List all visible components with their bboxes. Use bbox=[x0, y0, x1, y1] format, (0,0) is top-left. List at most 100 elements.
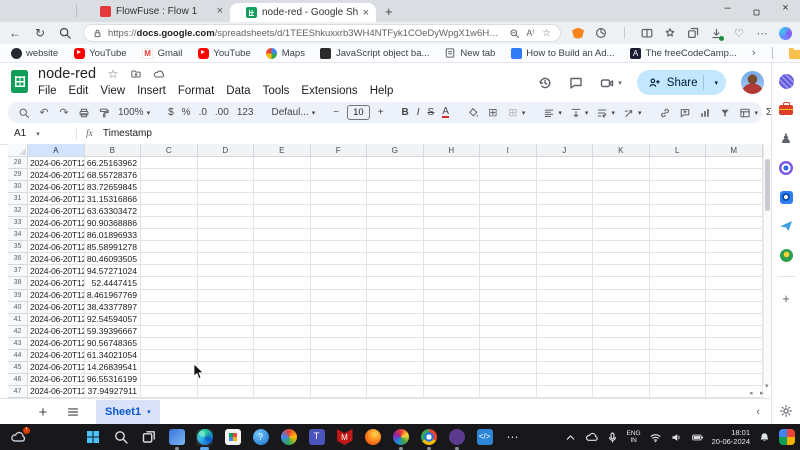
cell-C38[interactable] bbox=[141, 277, 198, 289]
name-box[interactable]: A1 ▾ bbox=[0, 128, 76, 139]
cell-C40[interactable] bbox=[141, 302, 198, 314]
cell-D46[interactable] bbox=[198, 374, 255, 386]
cell-M29[interactable] bbox=[706, 169, 763, 181]
row-header-35[interactable]: 35 bbox=[8, 241, 28, 253]
column-header-D[interactable]: D bbox=[198, 144, 255, 157]
column-header-C[interactable]: C bbox=[141, 144, 198, 157]
cell-H39[interactable] bbox=[424, 290, 481, 302]
cell-I38[interactable] bbox=[480, 277, 537, 289]
cell-B41[interactable]: 92.54594057 bbox=[85, 314, 142, 326]
cell-J39[interactable] bbox=[537, 290, 594, 302]
row-header-47[interactable]: 47 bbox=[8, 386, 28, 398]
metamask-icon[interactable] bbox=[571, 26, 585, 40]
cell-G28[interactable] bbox=[367, 157, 424, 169]
lock-icon[interactable] bbox=[92, 28, 103, 39]
share-button[interactable]: Share ▾ bbox=[637, 70, 726, 95]
menu-file[interactable]: File bbox=[32, 85, 63, 97]
cell-I34[interactable] bbox=[480, 229, 537, 241]
cell-C37[interactable] bbox=[141, 265, 198, 277]
row-header-46[interactable]: 46 bbox=[8, 374, 28, 386]
cell-L47[interactable] bbox=[650, 386, 707, 398]
cell-B28[interactable]: 66.25163962 bbox=[85, 157, 142, 169]
column-header-B[interactable]: B bbox=[85, 144, 142, 157]
cell-B33[interactable]: 90.90368886 bbox=[85, 217, 142, 229]
avatar[interactable] bbox=[741, 71, 764, 94]
cell-L40[interactable] bbox=[650, 302, 707, 314]
cell-C39[interactable] bbox=[141, 290, 198, 302]
onedrive-icon[interactable] bbox=[585, 431, 598, 444]
cell-L44[interactable] bbox=[650, 350, 707, 362]
cell-L33[interactable] bbox=[650, 217, 707, 229]
cell-E39[interactable] bbox=[254, 290, 311, 302]
widgets-icon[interactable] bbox=[779, 429, 795, 445]
cell-B32[interactable]: 63.63303472 bbox=[85, 205, 142, 217]
row-header-32[interactable]: 32 bbox=[8, 205, 28, 217]
insert-link-icon[interactable] bbox=[659, 107, 671, 119]
cell-H29[interactable] bbox=[424, 169, 481, 181]
column-header-L[interactable]: L bbox=[650, 144, 707, 157]
copilot-icon[interactable] bbox=[778, 26, 792, 40]
text-wrap-icon[interactable]: ▾ bbox=[596, 107, 615, 119]
cell-A47[interactable]: 2024-06-20T12:2 bbox=[28, 386, 85, 398]
browser-tab[interactable]: FlowFuse : Flow 1× bbox=[84, 0, 230, 22]
cell-E44[interactable] bbox=[254, 350, 311, 362]
cell-F34[interactable] bbox=[311, 229, 368, 241]
cell-L37[interactable] bbox=[650, 265, 707, 277]
restore-button[interactable] bbox=[742, 2, 771, 20]
cell-I32[interactable] bbox=[480, 205, 537, 217]
cell-K32[interactable] bbox=[593, 205, 650, 217]
sheets-logo-icon[interactable] bbox=[11, 70, 28, 93]
cell-L41[interactable] bbox=[650, 314, 707, 326]
version-history-icon[interactable] bbox=[537, 75, 553, 91]
cell-I31[interactable] bbox=[480, 193, 537, 205]
star-document-icon[interactable]: ☆ bbox=[107, 68, 119, 80]
cell-F38[interactable] bbox=[311, 277, 368, 289]
cell-E31[interactable] bbox=[254, 193, 311, 205]
plane-addon-icon[interactable] bbox=[778, 218, 794, 234]
cell-H44[interactable] bbox=[424, 350, 481, 362]
cell-H34[interactable] bbox=[424, 229, 481, 241]
back-icon[interactable]: ← bbox=[8, 26, 22, 40]
cell-H30[interactable] bbox=[424, 181, 481, 193]
cell-L29[interactable] bbox=[650, 169, 707, 181]
cell-M28[interactable] bbox=[706, 157, 763, 169]
share-dropdown-icon[interactable]: ▾ bbox=[710, 79, 722, 87]
cell-G47[interactable] bbox=[367, 386, 424, 398]
cell-K29[interactable] bbox=[593, 169, 650, 181]
cell-H36[interactable] bbox=[424, 253, 481, 265]
dropdown-icon[interactable]: ▾ bbox=[585, 109, 589, 117]
insert-chart-icon[interactable] bbox=[699, 107, 711, 119]
cell-E45[interactable] bbox=[254, 362, 311, 374]
cell-C29[interactable] bbox=[141, 169, 198, 181]
cell-C33[interactable] bbox=[141, 217, 198, 229]
cell-L43[interactable] bbox=[650, 338, 707, 350]
cell-C31[interactable] bbox=[141, 193, 198, 205]
insert-comment-icon[interactable] bbox=[679, 107, 691, 119]
cell-G38[interactable] bbox=[367, 277, 424, 289]
cell-A45[interactable]: 2024-06-20T12:2 bbox=[28, 362, 85, 374]
cell-E28[interactable] bbox=[254, 157, 311, 169]
select-all-corner[interactable] bbox=[8, 144, 28, 157]
cell-E47[interactable] bbox=[254, 386, 311, 398]
cell-M32[interactable] bbox=[706, 205, 763, 217]
decrease-decimals-button[interactable]: .0 bbox=[199, 107, 207, 118]
tab-close-icon[interactable]: × bbox=[217, 5, 223, 17]
cell-B42[interactable]: 59.39396667 bbox=[85, 326, 142, 338]
redo-icon[interactable]: ↷ bbox=[58, 107, 70, 119]
cell-J44[interactable] bbox=[537, 350, 594, 362]
cell-C43[interactable] bbox=[141, 338, 198, 350]
cell-G34[interactable] bbox=[367, 229, 424, 241]
mcafee-icon[interactable]: M bbox=[336, 429, 353, 446]
cell-C46[interactable] bbox=[141, 374, 198, 386]
collections-icon[interactable] bbox=[686, 26, 700, 40]
cell-J32[interactable] bbox=[537, 205, 594, 217]
vertical-align-icon[interactable]: ▾ bbox=[570, 107, 589, 119]
menu-extensions[interactable]: Extensions bbox=[295, 85, 363, 97]
cell-G41[interactable] bbox=[367, 314, 424, 326]
cell-J42[interactable] bbox=[537, 326, 594, 338]
cell-K42[interactable] bbox=[593, 326, 650, 338]
home-search-icon[interactable] bbox=[58, 26, 72, 40]
cell-A28[interactable]: 2024-06-20T12:2 bbox=[28, 157, 85, 169]
cell-E36[interactable] bbox=[254, 253, 311, 265]
print-icon[interactable] bbox=[78, 107, 90, 119]
